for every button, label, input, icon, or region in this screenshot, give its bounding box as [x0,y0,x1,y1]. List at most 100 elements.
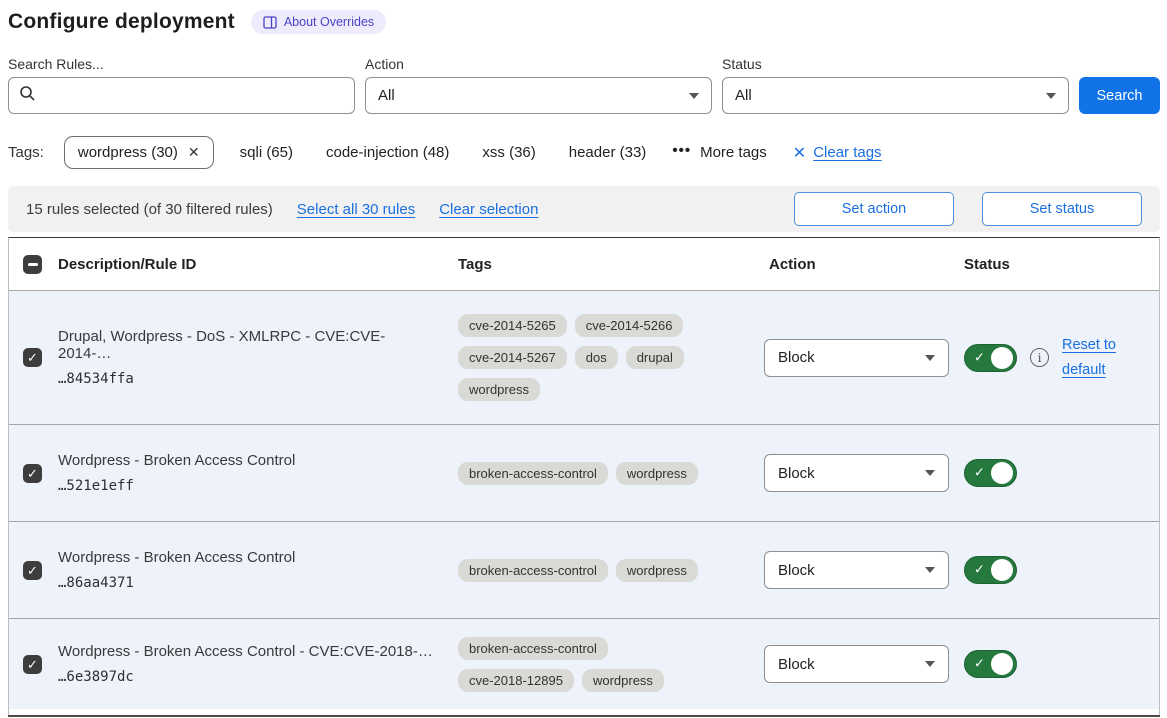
selection-bar: 15 rules selected (of 30 filtered rules)… [8,186,1160,232]
search-rules-group: Search Rules... [8,56,355,114]
tag-pill: drupal [626,346,684,369]
remove-tag-icon[interactable]: ✕ [188,144,200,161]
status-toggle[interactable]: ✓ [964,344,1017,372]
toggle-check-icon: ✓ [974,656,985,672]
rule-tags: broken-access-controlwordpress [458,559,730,582]
check-icon: ✓ [27,658,38,671]
toggle-knob [991,462,1013,484]
rule-description: Wordpress - Broken Access Control [58,549,438,566]
about-overrides-badge[interactable]: About Overrides [251,10,386,34]
check-icon: ✓ [27,467,38,480]
status-filter-value: All [735,87,752,104]
toggle-check-icon: ✓ [974,349,985,365]
set-action-button[interactable]: Set action [794,192,954,226]
table-row: ✓ Wordpress - Broken Access Control - CV… [9,618,1159,709]
status-filter-group: Status All [722,56,1069,114]
toggle-check-icon: ✓ [974,465,985,481]
tag-pill: cve-2018-12895 [458,669,574,692]
status-toggle[interactable]: ✓ [964,556,1017,584]
tag-button-list: sqli (65) code-injection (48) xss (36) head… [240,144,647,161]
clear-tags-button[interactable]: ✕ Clear tags [793,143,882,163]
rule-description: Wordpress - Broken Access Control [58,452,438,469]
tags-label: Tags: [8,144,44,161]
next-section-divider [8,715,1160,717]
select-all-link[interactable]: Select all 30 rules [297,201,415,218]
rule-description: Drupal, Wordpress - DoS - XMLRPC - CVE:C… [58,328,438,362]
action-select[interactable]: Block [764,645,949,683]
row-checkbox[interactable]: ✓ [23,561,42,580]
ellipsis-icon: ••• [672,142,691,159]
about-overrides-label: About Overrides [284,15,374,29]
tag-filter-button[interactable]: xss (36) [482,144,535,161]
clear-tags-icon: ✕ [793,143,806,163]
column-tags: Tags [458,256,753,273]
info-icon[interactable]: i [1030,348,1049,367]
rule-id: …84534ffa [58,371,438,387]
action-select-value: Block [778,465,815,482]
search-rules-input[interactable] [8,77,355,114]
clear-tags-label: Clear tags [813,144,881,161]
check-icon: ✓ [27,564,38,577]
book-icon [263,16,277,29]
set-status-button[interactable]: Set status [982,192,1142,226]
rule-description-cell: Wordpress - Broken Access Control - CVE:… [58,643,458,685]
status-toggle[interactable]: ✓ [964,650,1017,678]
rules-table: Description/Rule ID Tags Action Status ✓… [8,237,1160,715]
search-button[interactable]: Search [1079,77,1160,114]
tag-filter-button[interactable]: header (33) [569,144,647,161]
selected-tag-label: wordpress (30) [78,144,178,161]
rule-tags: cve-2014-5265 cve-2014-5266 cve-2014-5267 d… [458,314,730,401]
reset-to-default-link[interactable]: Reset to default [1062,333,1126,382]
column-status: Status [956,256,1159,273]
chevron-down-icon [925,567,935,573]
clear-selection-link[interactable]: Clear selection [439,201,538,218]
rules-table-body: ✓ Drupal, Wordpress - DoS - XMLRPC - CVE… [9,290,1159,709]
tag-pill: cve-2014-5266 [575,314,684,337]
toggle-check-icon: ✓ [974,562,985,578]
tag-pill: cve-2014-5265 [458,314,567,337]
action-select-value: Block [778,656,815,673]
chevron-down-icon [1046,93,1056,99]
check-icon: ✓ [27,351,38,364]
tag-pill: wordpress [458,378,540,401]
more-tags-label: More tags [700,144,767,161]
action-select[interactable]: Block [764,551,949,589]
action-select[interactable]: Block [764,339,949,377]
row-checkbox[interactable]: ✓ [23,655,42,674]
action-filter-select[interactable]: All [365,77,712,114]
rule-description-cell: Drupal, Wordpress - DoS - XMLRPC - CVE:C… [58,328,458,387]
tag-pill: cve-2014-5267 [458,346,567,369]
more-tags-button[interactable]: ••• More tags [672,144,766,161]
toggle-knob [991,347,1013,369]
rules-table-header: Description/Rule ID Tags Action Status [9,238,1159,290]
row-checkbox[interactable]: ✓ [23,348,42,367]
tag-pill: wordpress [616,559,698,582]
page-title: Configure deployment [8,10,235,34]
selected-tag-wordpress[interactable]: wordpress (30) ✕ [64,136,214,169]
search-icon [19,85,36,107]
rule-description-cell: Wordpress - Broken Access Control …521e1… [58,452,458,494]
select-all-checkbox[interactable] [23,255,42,274]
column-action: Action [753,256,956,273]
action-select-value: Block [778,562,815,579]
rule-id: …86aa4371 [58,575,438,591]
filter-row: Search Rules... Action All Status All [8,56,1160,114]
rule-description: Wordpress - Broken Access Control - CVE:… [58,643,438,660]
table-row: ✓ Wordpress - Broken Access Control …521… [9,424,1159,521]
rule-id: …6e3897dc [58,669,438,685]
action-select[interactable]: Block [764,454,949,492]
tag-pill: wordpress [582,669,664,692]
toggle-knob [991,559,1013,581]
action-select-value: Block [778,349,815,366]
tag-pill: broken-access-control [458,462,608,485]
tag-filter-button[interactable]: code-injection (48) [326,144,449,161]
column-description: Description/Rule ID [58,256,458,273]
row-checkbox[interactable]: ✓ [23,464,42,483]
status-filter-select[interactable]: All [722,77,1069,114]
status-toggle[interactable]: ✓ [964,459,1017,487]
tag-pill: wordpress [616,462,698,485]
tag-filter-button[interactable]: sqli (65) [240,144,293,161]
action-filter-value: All [378,87,395,104]
tag-pill: broken-access-control [458,637,608,660]
rule-id: …521e1eff [58,478,438,494]
